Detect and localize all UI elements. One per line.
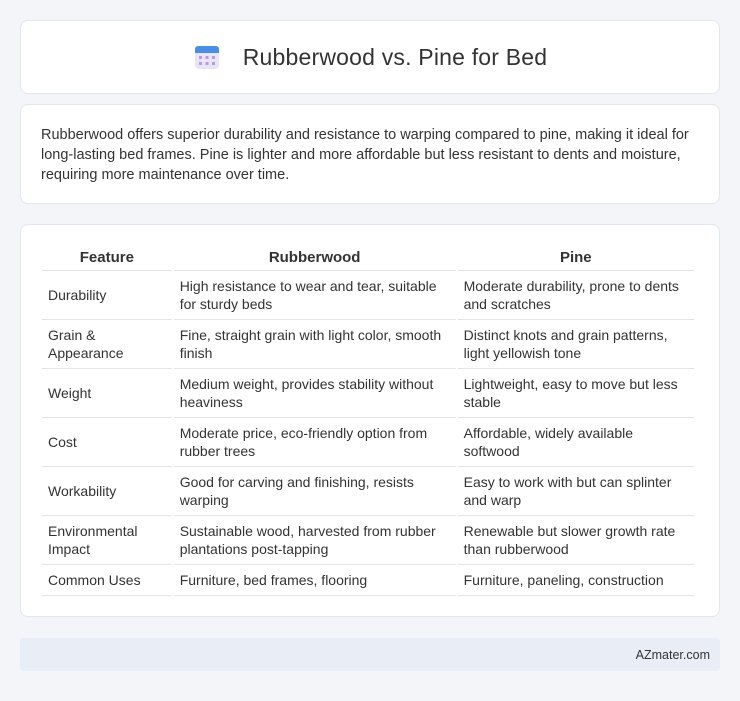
table-row: Grain & Appearance Fine, straight grain … [42,320,694,369]
pine-cell: Distinct knots and grain patterns, light… [457,320,694,369]
calendar-icon [194,46,219,69]
table-row: Durability High resistance to wear and t… [42,271,694,320]
table-row: Environmental Impact Sustainable wood, h… [42,516,694,565]
rubberwood-cell: Fine, straight grain with light color, s… [173,320,456,369]
table-header-row: Feature Rubberwood Pine [42,245,694,271]
comparison-table: Feature Rubberwood Pine Durability High … [40,245,696,596]
footer-brand: AZmater.com [635,647,710,662]
feature-cell: Grain & Appearance [42,320,172,369]
rubberwood-cell: Medium weight, provides stability withou… [173,369,456,418]
feature-cell: Environmental Impact [42,516,172,565]
pine-cell: Moderate durability, prone to dents and … [457,271,694,320]
table-row: Cost Moderate price, eco-friendly option… [42,418,694,467]
table-row: Common Uses Furniture, bed frames, floor… [42,565,694,596]
summary-card: Rubberwood offers superior durability an… [20,104,720,204]
table-row: Workability Good for carving and finishi… [42,467,694,516]
pine-cell: Renewable but slower growth rate than ru… [457,516,694,565]
rubberwood-cell: Sustainable wood, harvested from rubber … [173,516,456,565]
rubberwood-cell: Moderate price, eco-friendly option from… [173,418,456,467]
feature-cell: Weight [42,369,172,418]
table-row: Weight Medium weight, provides stability… [42,369,694,418]
summary-text: Rubberwood offers superior durability an… [41,127,689,183]
rubberwood-cell: Furniture, bed frames, flooring [173,565,456,596]
header-pine: Pine [457,245,694,271]
header-rubberwood: Rubberwood [173,245,456,271]
feature-cell: Workability [42,467,172,516]
rubberwood-cell: High resistance to wear and tear, suitab… [173,271,456,320]
pine-cell: Furniture, paneling, construction [457,565,694,596]
page-title: Rubberwood vs. Pine for Bed [242,43,548,70]
rubberwood-cell: Good for carving and finishing, resists … [173,467,456,516]
pine-cell: Easy to work with but can splinter and w… [457,467,694,516]
feature-cell: Durability [42,271,172,320]
comparison-table-card: Feature Rubberwood Pine Durability High … [20,224,720,617]
header-feature: Feature [42,245,172,271]
pine-cell: Lightweight, easy to move but less stabl… [457,369,694,418]
title-card: Rubberwood vs. Pine for Bed [20,20,720,94]
feature-cell: Cost [42,418,172,467]
pine-cell: Affordable, widely available softwood [457,418,694,467]
feature-cell: Common Uses [42,565,172,596]
footer-bar: AZmater.com [20,638,720,671]
